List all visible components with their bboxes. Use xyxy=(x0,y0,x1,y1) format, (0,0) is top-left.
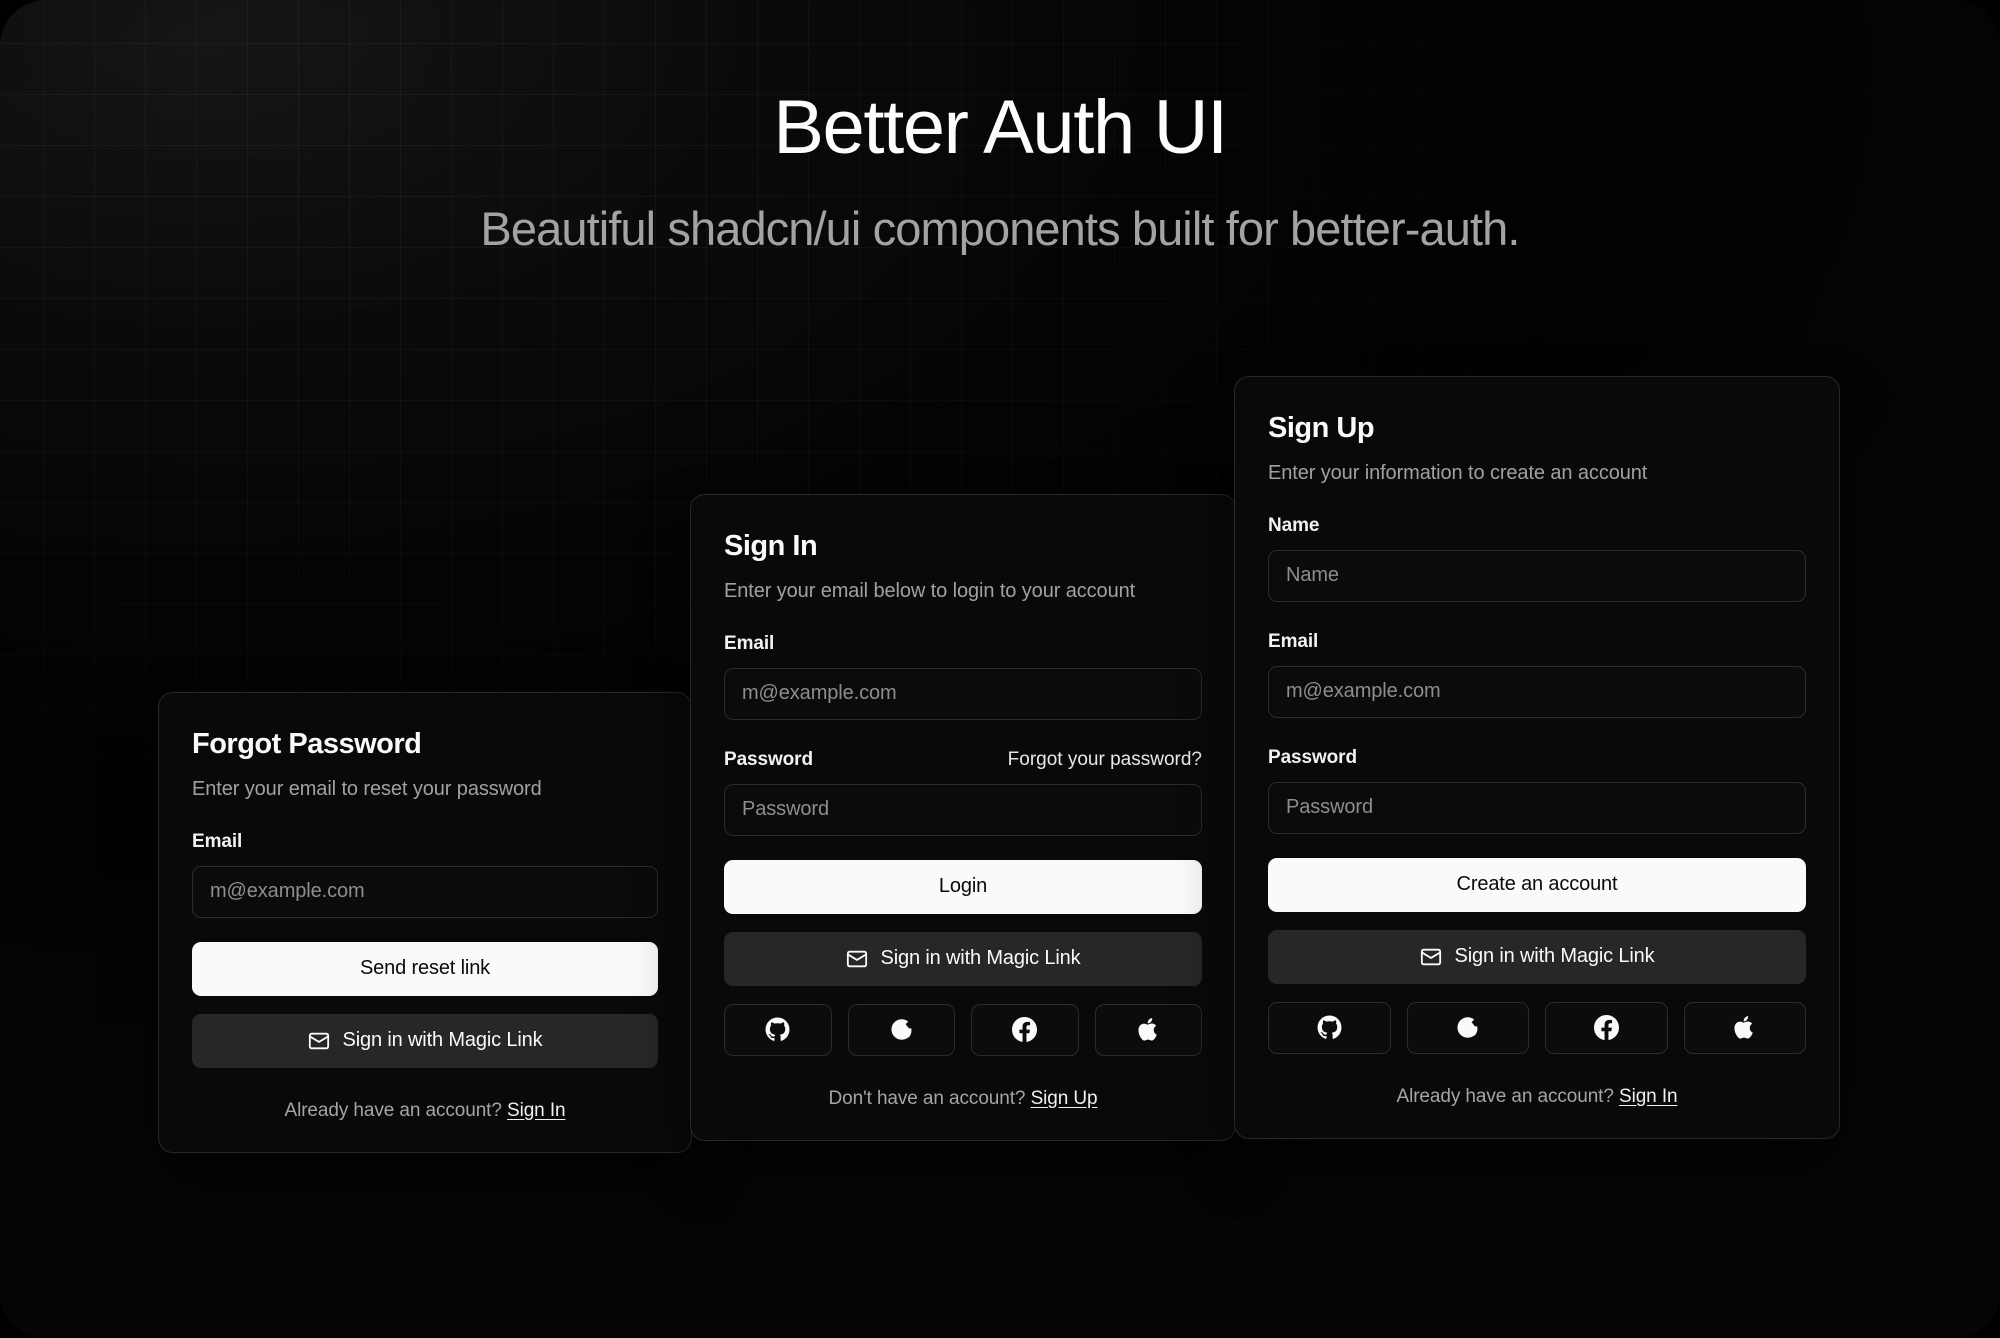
envelope-icon xyxy=(846,948,868,970)
sign-up-facebook-button[interactable] xyxy=(1545,1001,1668,1054)
sign-in-email-label-row: Email xyxy=(724,633,1202,655)
forgot-password-email-label-row: Email xyxy=(192,831,658,853)
sign-up-footer: Already have an account? Sign In xyxy=(1268,1086,1806,1108)
create-account-button[interactable]: Create an account xyxy=(1268,857,1806,912)
sign-up-name-field: Name Name xyxy=(1268,515,1806,602)
sign-in-password-field: Password Forgot your password? Password xyxy=(724,749,1202,836)
sign-in-password-input[interactable]: Password xyxy=(724,783,1202,836)
sign-up-email-field: Email m@example.com xyxy=(1268,631,1806,718)
sign-up-name-label-row: Name xyxy=(1268,515,1806,537)
sign-up-password-label: Password xyxy=(1268,746,1357,768)
facebook-icon xyxy=(1593,1015,1619,1041)
sign-up-email-input[interactable]: m@example.com xyxy=(1268,665,1806,718)
page-subtitle: Beautiful shadcn/ui components built for… xyxy=(480,201,1520,255)
forgot-password-description: Enter your email to reset your password xyxy=(192,777,542,800)
sign-up-magic-link-label: Sign in with Magic Link xyxy=(1454,945,1655,968)
page-title: Better Auth UI xyxy=(773,85,1228,170)
sign-in-title: Sign In xyxy=(724,530,818,562)
login-button[interactable]: Login xyxy=(724,859,1202,914)
sign-up-password-input[interactable]: Password xyxy=(1268,781,1806,834)
sign-up-password-field: Password Password xyxy=(1268,747,1806,834)
facebook-icon xyxy=(1012,1017,1038,1043)
sign-up-name-label: Name xyxy=(1268,514,1320,536)
sign-in-card: Sign In Enter your email below to login … xyxy=(690,494,1236,1141)
sign-up-title: Sign Up xyxy=(1268,412,1375,444)
forgot-password-title: Forgot Password xyxy=(192,728,422,760)
forgot-password-email-input[interactable]: m@example.com xyxy=(192,865,658,918)
apple-icon xyxy=(1136,1017,1161,1042)
forgot-password-magic-link-label: Sign in with Magic Link xyxy=(342,1029,543,1052)
sign-up-description: Enter your information to create an acco… xyxy=(1268,461,1648,484)
sign-in-description: Enter your email below to login to your … xyxy=(724,579,1136,602)
google-icon xyxy=(1455,1015,1480,1040)
github-icon xyxy=(1317,1015,1342,1040)
sign-in-magic-link-button[interactable]: Sign in with Magic Link xyxy=(724,931,1202,986)
apple-icon xyxy=(1732,1015,1757,1040)
sign-up-footer-link[interactable]: Sign In xyxy=(1619,1086,1678,1107)
hero-section: Better Auth UI Beautiful shadcn/ui compo… xyxy=(0,86,2000,256)
sign-in-google-button[interactable] xyxy=(847,1003,955,1056)
sign-in-footer: Don't have an account? Sign Up xyxy=(724,1088,1202,1110)
sign-up-password-label-row: Password xyxy=(1268,747,1806,769)
sign-up-email-label-row: Email xyxy=(1268,631,1806,653)
sign-in-footer-link[interactable]: Sign Up xyxy=(1031,1088,1098,1109)
sign-in-password-label: Password xyxy=(724,748,813,770)
sign-up-google-button[interactable] xyxy=(1406,1001,1529,1054)
sign-in-password-label-row: Password Forgot your password? xyxy=(724,749,1202,771)
forgot-password-footer: Already have an account? Sign In xyxy=(192,1100,658,1122)
forgot-password-email-field: Email m@example.com xyxy=(192,831,658,918)
sign-up-card: Sign Up Enter your information to create… xyxy=(1234,376,1840,1139)
envelope-icon xyxy=(308,1030,330,1052)
sign-up-magic-link-button[interactable]: Sign in with Magic Link xyxy=(1268,929,1806,984)
sign-up-github-button[interactable] xyxy=(1268,1001,1391,1054)
forgot-password-email-label: Email xyxy=(192,830,243,852)
github-icon xyxy=(765,1017,790,1042)
forgot-password-magic-link-button[interactable]: Sign in with Magic Link xyxy=(192,1013,658,1068)
sign-in-social-row xyxy=(724,1003,1202,1056)
sign-in-email-field: Email m@example.com xyxy=(724,633,1202,720)
sign-up-name-input[interactable]: Name xyxy=(1268,549,1806,602)
sign-in-magic-link-label: Sign in with Magic Link xyxy=(880,947,1081,970)
sign-in-facebook-button[interactable] xyxy=(971,1003,1079,1056)
forgot-password-footer-text: Already have an account? xyxy=(284,1099,502,1121)
sign-up-apple-button[interactable] xyxy=(1683,1001,1806,1054)
envelope-icon xyxy=(1420,946,1442,968)
sign-up-email-label: Email xyxy=(1268,630,1319,652)
send-reset-link-button[interactable]: Send reset link xyxy=(192,941,658,996)
sign-up-footer-text: Already have an account? xyxy=(1396,1085,1614,1107)
forgot-password-footer-link[interactable]: Sign In xyxy=(507,1100,566,1121)
sign-in-email-input[interactable]: m@example.com xyxy=(724,667,1202,720)
forgot-password-link[interactable]: Forgot your password? xyxy=(1008,749,1202,771)
page-root: Better Auth UI Beautiful shadcn/ui compo… xyxy=(0,0,2000,1338)
google-icon xyxy=(889,1017,914,1042)
sign-up-social-row xyxy=(1268,1001,1806,1054)
forgot-password-card: Forgot Password Enter your email to rese… xyxy=(158,692,692,1153)
sign-in-footer-text: Don't have an account? xyxy=(828,1087,1026,1109)
sign-in-apple-button[interactable] xyxy=(1094,1003,1202,1056)
sign-in-email-label: Email xyxy=(724,632,775,654)
sign-in-github-button[interactable] xyxy=(724,1003,832,1056)
